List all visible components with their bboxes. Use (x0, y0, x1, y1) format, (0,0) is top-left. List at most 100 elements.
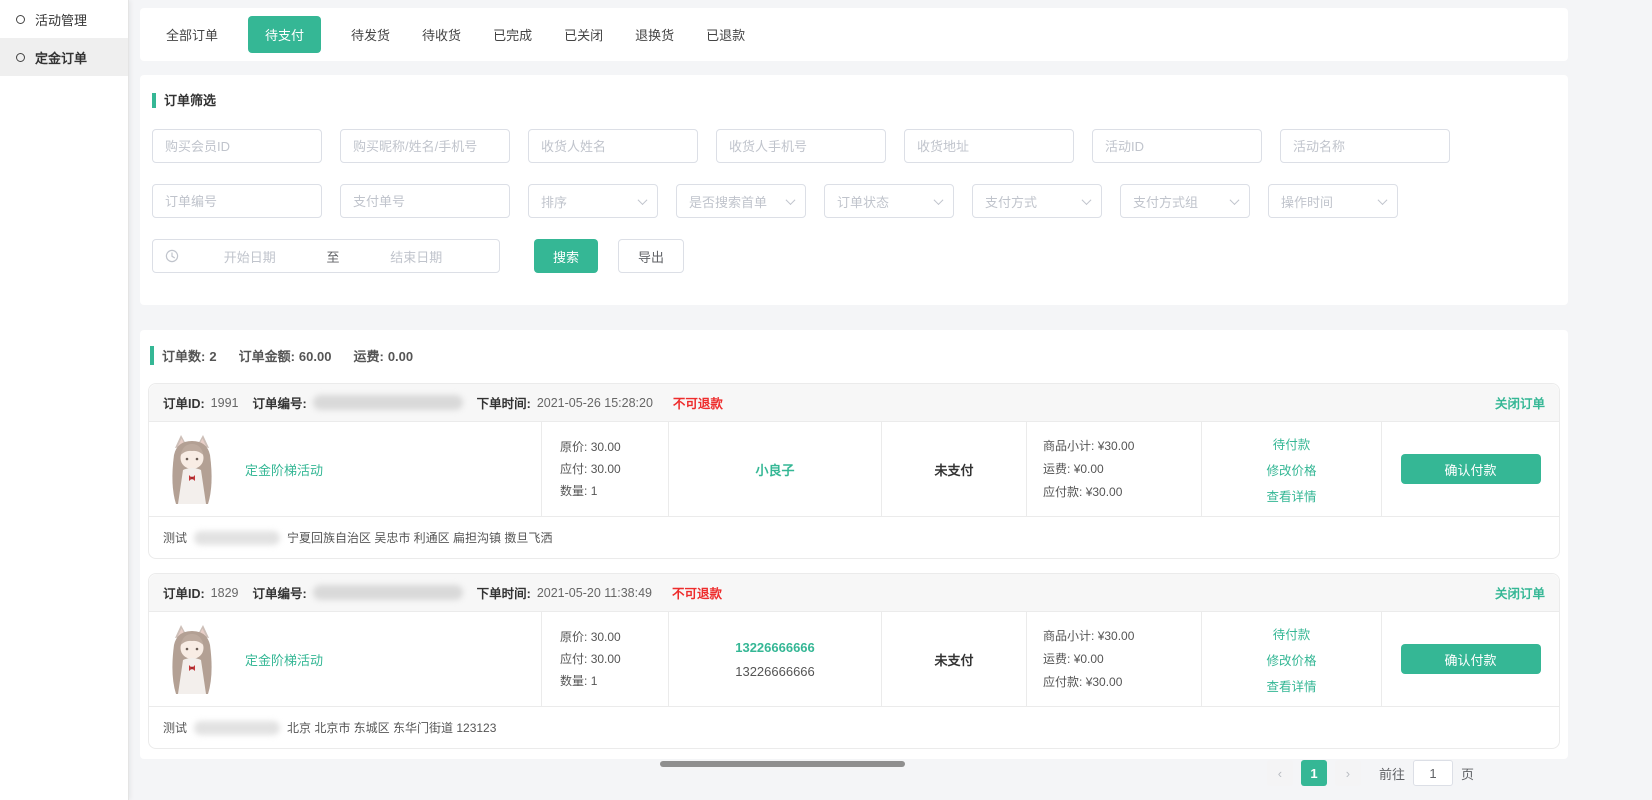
due-value: 30.00 (591, 462, 621, 476)
buyer-name-link[interactable]: 小良子 (755, 460, 794, 479)
address-prefix: 测试 (163, 719, 187, 736)
order-no-redacted (313, 395, 463, 410)
freight-value: ¥0.00 (1074, 652, 1104, 666)
chevron-down-icon (1230, 195, 1240, 205)
amounts-cell: 商品小计: ¥30.00 运费: ¥0.00 应付款: ¥30.00 (1026, 612, 1201, 706)
buyer-name-link[interactable]: 13226666666 (735, 640, 815, 655)
confirm-cell: 确认付款 (1381, 422, 1559, 516)
order-count-value: 2 (209, 349, 216, 364)
order-card-header: 订单ID: 1829 订单编号: 下单时间: 2021-05-20 11:38:… (149, 574, 1559, 611)
qty-value: 1 (591, 484, 598, 498)
buyer-nickname-input[interactable] (340, 129, 510, 163)
sidebar-item-label: 定金订单 (35, 48, 87, 67)
subtotal-value: ¥30.00 (1098, 629, 1135, 643)
subtotal-value: ¥30.00 (1098, 439, 1135, 453)
close-order-link[interactable]: 关闭订单 (1495, 583, 1545, 602)
tab-all-orders[interactable]: 全部订单 (164, 16, 220, 53)
product-cell: 定金阶梯活动 (149, 612, 541, 706)
prev-page-button[interactable]: ‹ (1267, 760, 1293, 786)
radio-circle-icon (16, 15, 25, 24)
product-name-link[interactable]: 定金阶梯活动 (245, 460, 323, 479)
payment-method-group-select[interactable]: 支付方式组 (1120, 184, 1250, 218)
tab-pending-receipt[interactable]: 待收货 (420, 16, 463, 53)
edit-price-link[interactable]: 修改价格 (1266, 650, 1316, 669)
filter-title: 订单筛选 (152, 93, 1556, 108)
export-button[interactable]: 导出 (618, 239, 684, 273)
payable-value: ¥30.00 (1086, 485, 1123, 499)
chevron-down-icon (934, 195, 944, 205)
order-card-body: 定金阶梯活动 原价: 30.00 应付: 30.00 数量: 1 小良子 未支付… (149, 421, 1559, 516)
tab-returns[interactable]: 退换货 (633, 16, 676, 53)
operation-time-select[interactable]: 操作时间 (1268, 184, 1398, 218)
payment-method-select[interactable]: 支付方式 (972, 184, 1102, 218)
search-button[interactable]: 搜索 (534, 239, 598, 273)
close-order-link[interactable]: 关闭订单 (1495, 393, 1545, 412)
product-cell: 定金阶梯活动 (149, 422, 541, 516)
payment-no-input[interactable] (340, 184, 510, 218)
tab-refunded[interactable]: 已退款 (704, 16, 747, 53)
order-time: 2021-05-26 15:28:20 (537, 396, 653, 410)
sidebar-item-label: 活动管理 (35, 10, 87, 29)
order-filter-panel: 订单筛选 排序 是否搜索首单 订单状态 (140, 75, 1568, 305)
confirm-payment-button[interactable]: 确认付款 (1401, 644, 1541, 674)
tab-pending-payment[interactable]: 待支付 (248, 16, 321, 53)
freight-label: 运费: (1043, 652, 1070, 666)
sort-select[interactable]: 排序 (528, 184, 658, 218)
order-id-label: 订单ID: (163, 393, 205, 412)
next-page-button[interactable]: › (1335, 760, 1361, 786)
due-label: 应付: (560, 462, 587, 476)
filter-row-1 (152, 129, 1556, 163)
order-status-select[interactable]: 订单状态 (824, 184, 954, 218)
order-card: 订单ID: 1829 订单编号: 下单时间: 2021-05-20 11:38:… (148, 573, 1560, 749)
activity-name-input[interactable] (1280, 129, 1450, 163)
freight-value: ¥0.00 (1074, 462, 1104, 476)
view-detail-link[interactable]: 查看详情 (1266, 676, 1316, 695)
payment-status: 未支付 (881, 422, 1026, 516)
due-value: 30.00 (591, 652, 621, 666)
tab-completed[interactable]: 已完成 (491, 16, 534, 53)
shipping-address-input[interactable] (904, 129, 1074, 163)
order-status-tabbar: 全部订单 待支付 待发货 待收货 已完成 已关闭 退换货 已退款 (140, 8, 1568, 61)
orders-summary: 订单数:2 订单金额:60.00 运费:0.00 (150, 346, 1560, 365)
consignee-phone-input[interactable] (716, 129, 886, 163)
refund-flag: 不可退款 (673, 393, 723, 412)
freight-label: 运费: (1043, 462, 1070, 476)
page-1-button[interactable]: 1 (1301, 760, 1327, 786)
product-name-link[interactable]: 定金阶梯活动 (245, 650, 323, 669)
goto-page-input[interactable] (1413, 760, 1453, 786)
activity-id-input[interactable] (1092, 129, 1262, 163)
orig-price-value: 30.00 (591, 440, 621, 454)
tab-closed[interactable]: 已关闭 (562, 16, 605, 53)
radio-circle-icon (16, 53, 25, 62)
chevron-down-icon (786, 195, 796, 205)
horizontal-scrollbar-thumb[interactable] (660, 761, 905, 767)
buyer-phone: 13226666666 (735, 664, 815, 679)
first-order-select[interactable]: 是否搜索首单 (676, 184, 806, 218)
address-prefix: 测试 (163, 529, 187, 546)
consignee-name-input[interactable] (528, 129, 698, 163)
order-no-input[interactable] (152, 184, 322, 218)
edit-price-link[interactable]: 修改价格 (1266, 460, 1316, 479)
order-count-label: 订单数: (162, 349, 205, 364)
view-detail-link[interactable]: 查看详情 (1266, 486, 1316, 505)
address-redacted (194, 531, 280, 545)
end-date-input: 结束日期 (346, 247, 488, 266)
tab-pending-shipment[interactable]: 待发货 (349, 16, 392, 53)
orders-panel: 订单数:2 订单金额:60.00 运费:0.00 订单ID: 1991 订单编号… (140, 330, 1568, 759)
sidebar-item-deposit-orders[interactable]: 定金订单 (0, 38, 128, 76)
qty-value: 1 (591, 674, 598, 688)
address-redacted (194, 721, 280, 735)
buyer-cell: 13226666666 13226666666 (668, 612, 881, 706)
filter-row-3: 开始日期 至 结束日期 搜索 导出 (152, 239, 1556, 273)
actions-cell: 待付款 修改价格 查看详情 (1201, 422, 1381, 516)
order-card: 订单ID: 1991 订单编号: 下单时间: 2021-05-26 15:28:… (148, 383, 1560, 559)
address-text: 宁夏回族自治区 吴忠市 利通区 扁担沟镇 擞旦飞洒 (287, 529, 552, 546)
confirm-payment-button[interactable]: 确认付款 (1401, 454, 1541, 484)
order-no-label: 订单编号: (252, 583, 306, 602)
amounts-cell: 商品小计: ¥30.00 运费: ¥0.00 应付款: ¥30.00 (1026, 422, 1201, 516)
qty-label: 数量: (560, 674, 587, 688)
date-range-picker[interactable]: 开始日期 至 结束日期 (152, 239, 500, 273)
subtotal-label: 商品小计: (1043, 439, 1094, 453)
buyer-member-id-input[interactable] (152, 129, 322, 163)
sidebar-item-activity-management[interactable]: 活动管理 (0, 0, 128, 38)
